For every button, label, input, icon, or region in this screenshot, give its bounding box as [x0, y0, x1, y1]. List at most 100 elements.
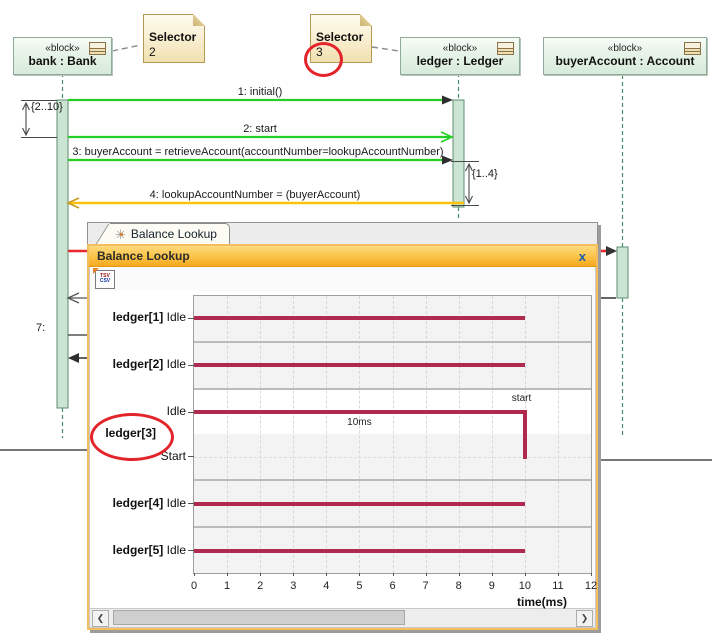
state-line [194, 501, 525, 506]
gridline [425, 296, 427, 573]
note-value: 2 [149, 44, 156, 59]
state-label: Idle [163, 310, 186, 325]
message-4-label: 4: lookupAccountNumber = (buyerAccount) [149, 189, 361, 201]
axis-tick [458, 573, 460, 576]
gridline [458, 296, 460, 573]
window-title: Balance Lookup [97, 249, 190, 263]
gridline [326, 296, 328, 573]
gridline [491, 296, 493, 573]
axis-tick [425, 573, 427, 576]
block-buyerAccount-name: buyerAccount : Account [555, 53, 695, 68]
axis-tick [491, 573, 493, 576]
note-title: Selector [149, 30, 197, 45]
timing-diagram-icon: ✳ [115, 226, 126, 242]
window-toolbar: TSV CSV [90, 267, 595, 291]
export-icon-csv-text: CSV [99, 278, 111, 284]
tick-label: 4 [323, 580, 330, 592]
annotation: start [511, 393, 532, 405]
state-label: Idle [163, 357, 186, 372]
scroll-left-icon[interactable]: ❮ [92, 610, 109, 627]
axis-tick [557, 573, 559, 576]
lane-separator [194, 526, 591, 529]
activation-bar-buyerAccount [616, 246, 629, 299]
message-7-label: 7: [36, 322, 46, 334]
state-transition-line [522, 410, 527, 459]
state-line [194, 410, 525, 415]
axis-tick [359, 573, 361, 576]
block-buyerAccount[interactable]: «block» buyerAccount : Account [543, 37, 707, 75]
state-label: Idle [166, 404, 186, 419]
gridline [392, 296, 394, 573]
tick-label: 11 [552, 580, 564, 592]
gridline [227, 296, 229, 573]
annotation: 10ms [347, 417, 372, 429]
axis-tick [194, 573, 195, 576]
gridline [293, 296, 295, 573]
close-icon[interactable]: x [579, 250, 586, 263]
axis-tick [524, 573, 526, 576]
lifeline-name: ledger[2] [112, 357, 164, 372]
state-line [194, 363, 525, 368]
window-panel: Balance Lookup x TSV CSV ledger[1] Idle l… [87, 244, 598, 630]
state-label: Idle [163, 542, 186, 557]
highlight-circle-selector-3 [304, 42, 343, 77]
axis-tick [227, 573, 229, 576]
message-3-label: 3: buyerAccount = retrieveAccount(accoun… [72, 146, 444, 158]
tick-label: 0 [190, 580, 198, 592]
lane-separator [194, 479, 591, 482]
lane-separator [194, 387, 591, 390]
window-title-bar[interactable]: Balance Lookup x [89, 246, 596, 267]
gridline [260, 296, 262, 573]
lifeline-name: ledger[1] [112, 310, 164, 325]
block-ledger-name: ledger : Ledger [416, 53, 504, 68]
timing-plot: ledger[1] Idle ledger[2] Idle Idle Start led… [90, 295, 597, 609]
timing-chart-area: ledger[1] Idle ledger[2] Idle Idle Start led… [90, 291, 597, 609]
balance-lookup-window: ✳ Balance Lookup Balance Lookup x TSV CS… [87, 222, 598, 630]
block-ledger[interactable]: «block» ledger : Ledger [400, 37, 520, 75]
axis-tick [260, 573, 262, 576]
lifeline-label: ledger[4] Idle [113, 496, 186, 510]
axis-tick [591, 573, 592, 576]
gridline [557, 296, 559, 573]
block-bank[interactable]: «block» bank : Bank [13, 37, 112, 75]
tick-label: 9 [488, 580, 495, 592]
compartments-icon [89, 42, 106, 55]
tab-label: Balance Lookup [130, 227, 217, 241]
tick-label: 1 [224, 580, 231, 592]
axis-title: time(ms) [516, 595, 567, 609]
lifeline-name: ledger[5] [112, 542, 164, 557]
tick-label: 10 [518, 580, 531, 592]
tick-label: 5 [356, 580, 363, 592]
axis-tick [293, 573, 295, 576]
lifeline-label: ledger[5] Idle [113, 543, 186, 557]
tick-label: 3 [290, 580, 297, 592]
axis-tick [392, 573, 394, 576]
message-8-line [68, 353, 88, 363]
note-fold-icon [360, 14, 372, 26]
duration-constraint-2-label: {1..4} [472, 168, 498, 180]
state-label: Idle [163, 495, 186, 510]
tick-label: 8 [455, 580, 462, 592]
tick-label: 12 [584, 580, 598, 592]
state-line [194, 548, 525, 553]
axis-tick [326, 573, 328, 576]
tab-balance-lookup[interactable]: ✳ Balance Lookup [110, 223, 230, 244]
scrollbar-thumb[interactable] [113, 610, 405, 625]
lifeline-label: ledger[1] Idle [113, 310, 186, 324]
compartments-icon [684, 42, 701, 55]
block-bank-name: bank : Bank [28, 53, 97, 68]
window-content: TSV CSV ledger[1] Idle ledger[2] Idle Idle… [89, 267, 597, 628]
scroll-right-icon[interactable]: ❯ [576, 610, 593, 627]
lifeline-label: ledger[2] Idle [113, 357, 186, 371]
message-2-label: 2: start [243, 123, 277, 135]
horizontal-scrollbar[interactable]: ❮ ❯ [90, 608, 595, 627]
compartments-icon [497, 42, 514, 55]
tick-label: 7 [422, 580, 429, 592]
state-line [194, 316, 525, 321]
lane-separator [194, 340, 591, 343]
tick-label: 6 [389, 580, 396, 592]
tab-strip: ✳ Balance Lookup [87, 222, 598, 244]
message-1-label: 1: initial() [237, 86, 283, 98]
export-tsv-csv-icon[interactable]: TSV CSV [93, 267, 115, 289]
gridline [359, 296, 361, 573]
